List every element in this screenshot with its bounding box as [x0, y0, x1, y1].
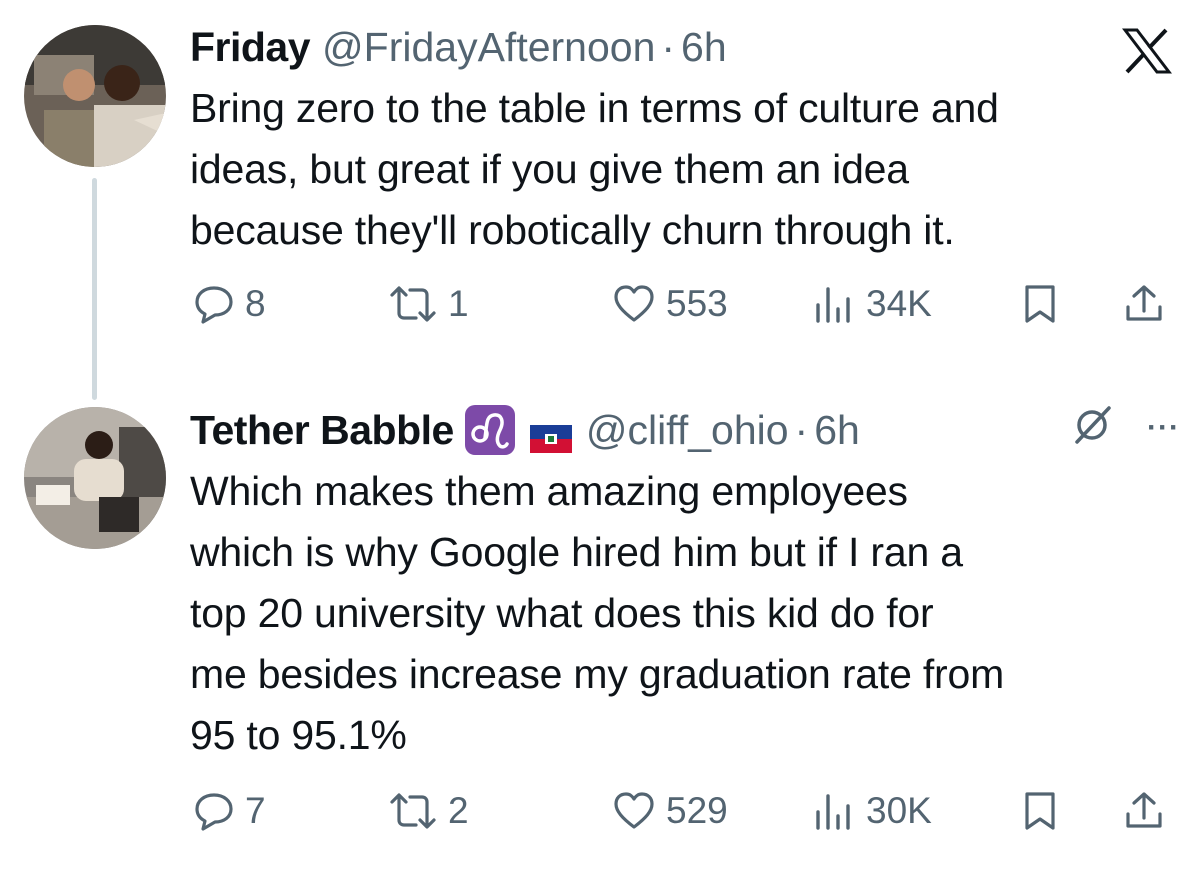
heart-icon — [614, 285, 654, 322]
tweet-2[interactable]: Tether Babble @cliff_ohio · 6h Which mak… — [190, 401, 1180, 766]
tweet-text-line: me besides increase my graduation rate f… — [190, 651, 1005, 697]
tweet-text-line: top 20 university what does this kid do … — [190, 590, 934, 636]
views-count: 30K — [866, 790, 932, 831]
retweet-icon — [390, 286, 436, 322]
share-button[interactable] — [1123, 790, 1165, 832]
retweet-button[interactable]: 1 — [388, 283, 469, 325]
separator-dot: · — [661, 23, 676, 70]
views-button[interactable]: 34K — [812, 283, 932, 325]
tweet-text-line: Which makes them amazing employees — [190, 468, 908, 514]
haiti-flag-icon — [529, 416, 572, 453]
like-button[interactable]: 529 — [612, 790, 728, 832]
reply-count: 7 — [245, 790, 266, 831]
reply-button[interactable]: 7 — [193, 790, 266, 832]
tweet-header: Friday @FridayAfternoon · 6h — [190, 18, 1180, 76]
retweet-count: 1 — [448, 283, 469, 324]
share-button[interactable] — [1123, 283, 1165, 325]
leo-zodiac-badge-icon — [464, 404, 516, 456]
views-chart-icon — [816, 287, 850, 323]
like-count: 553 — [666, 283, 728, 324]
retweet-count: 2 — [448, 790, 469, 831]
like-count: 529 — [666, 790, 728, 831]
tweet-1[interactable]: Friday @FridayAfternoon · 6h Bring zero … — [190, 18, 1180, 261]
tweet-header: Tether Babble @cliff_ohio · 6h — [190, 401, 1180, 459]
display-name[interactable]: Tether Babble — [190, 407, 454, 454]
views-count: 34K — [866, 283, 932, 324]
user-handle[interactable]: @cliff_ohio — [586, 407, 789, 454]
tweet-text-line: which is why Google hired him but if I r… — [190, 529, 963, 575]
timestamp[interactable]: 6h — [681, 24, 727, 71]
user-handle[interactable]: @FridayAfternoon — [322, 24, 655, 71]
bookmark-icon — [1025, 285, 1055, 323]
avatar[interactable] — [24, 25, 166, 167]
retweet-button[interactable]: 2 — [388, 790, 469, 832]
display-name[interactable]: Friday — [190, 24, 311, 71]
tweet-text-line: ideas, but great if you give them an ide… — [190, 146, 909, 192]
reply-icon — [195, 286, 233, 324]
bookmark-icon — [1025, 792, 1055, 830]
tweet-text-line: Bring zero to the table in terms of cult… — [190, 85, 999, 131]
bookmark-button[interactable] — [1020, 283, 1060, 325]
tweet-text-line: 95 to 95.1% — [190, 712, 407, 758]
views-button[interactable]: 30K — [812, 790, 932, 832]
tweet-text: Bring zero to the table in terms of cult… — [190, 78, 1180, 261]
action-bar: 7 2 529 30K — [0, 790, 1200, 850]
bookmark-button[interactable] — [1020, 790, 1060, 832]
like-button[interactable]: 553 — [612, 283, 728, 325]
timestamp[interactable]: 6h — [814, 407, 860, 454]
action-bar: 8 1 553 34K — [0, 283, 1200, 343]
reply-button[interactable]: 8 — [193, 283, 266, 325]
separator-dot: · — [794, 406, 809, 453]
share-icon — [1126, 792, 1162, 828]
reply-count: 8 — [245, 283, 266, 324]
heart-icon — [614, 792, 654, 829]
tweet-text-line: because they'll robotically churn throug… — [190, 207, 955, 253]
avatar[interactable] — [24, 407, 166, 549]
retweet-icon — [390, 793, 436, 829]
reply-icon — [195, 793, 233, 831]
share-icon — [1126, 285, 1162, 321]
tweet-text: Which makes them amazing employees which… — [190, 461, 1180, 766]
views-chart-icon — [816, 794, 850, 830]
